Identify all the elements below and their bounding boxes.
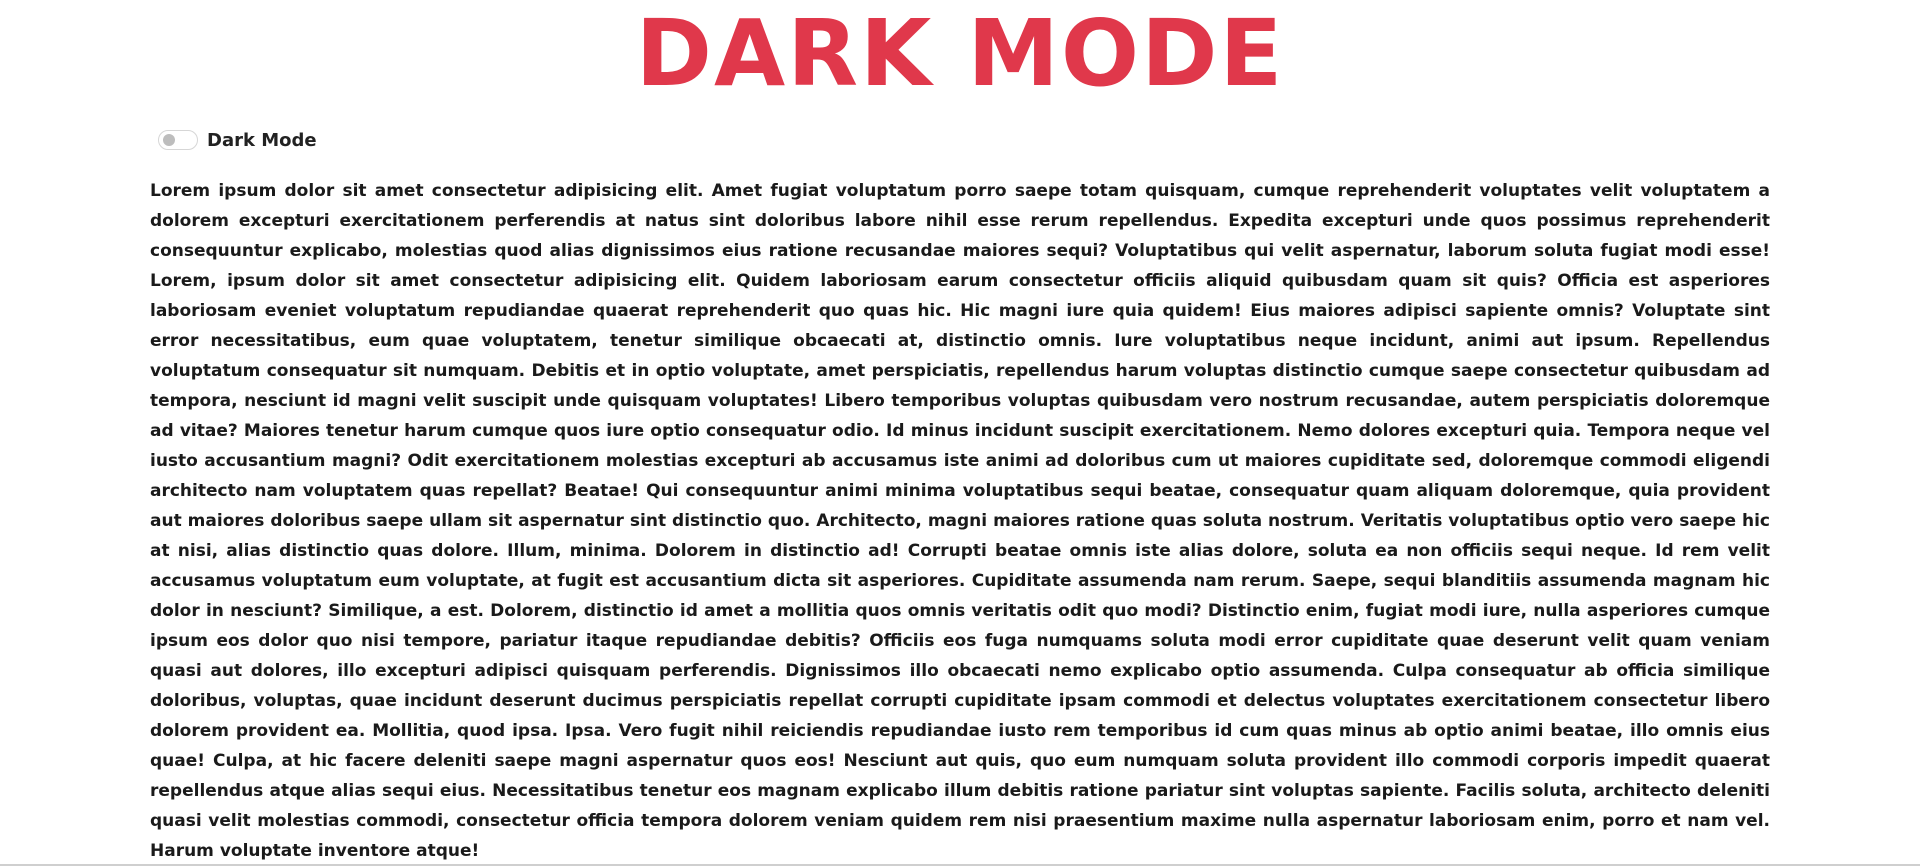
page: DARK MODE Dark Mode Lorem ipsum dolor si… — [0, 0, 1920, 866]
toggle-knob — [163, 134, 175, 146]
body-paragraph: Lorem ipsum dolor sit amet consectetur a… — [150, 181, 1770, 861]
dark-mode-toggle-row: Dark Mode — [158, 126, 317, 154]
dark-mode-label: Dark Mode — [207, 129, 317, 151]
dark-mode-toggle[interactable] — [158, 130, 198, 150]
page-title: DARK MODE — [635, 0, 1285, 107]
